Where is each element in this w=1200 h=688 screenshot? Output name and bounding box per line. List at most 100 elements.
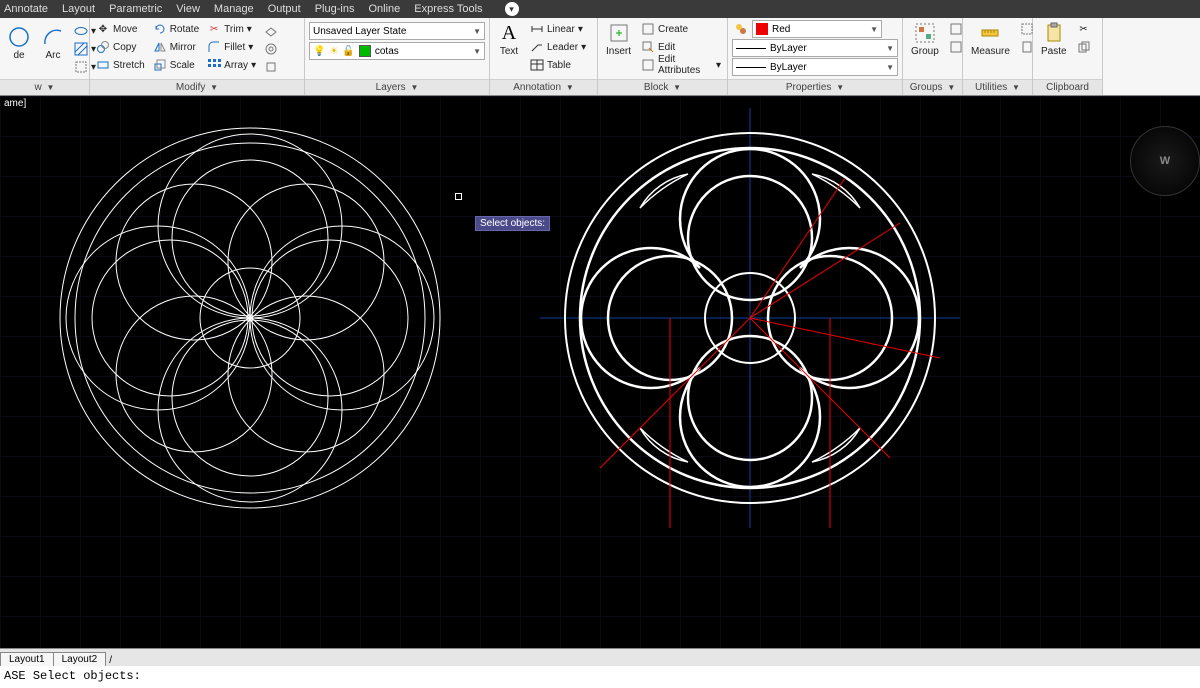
linear-icon (530, 22, 544, 36)
drawing-canvas[interactable]: ame] (0, 96, 1200, 648)
create-icon (641, 22, 655, 36)
lineweight-dropdown[interactable]: ByLayer ▼ (732, 39, 898, 57)
leader-icon (530, 40, 544, 54)
arc-icon (42, 26, 64, 48)
paste-button[interactable]: Paste (1037, 20, 1071, 59)
fillet-button[interactable]: Fillet ▾ (205, 38, 258, 56)
linear-button[interactable]: Linear ▾ (528, 20, 588, 38)
panel-title-clipboard: Clipboard (1033, 79, 1102, 95)
drawing-frame-label: ame] (0, 96, 30, 111)
chevron-down-icon: ▼ (886, 44, 894, 53)
current-layer-dropdown[interactable]: 💡 ☀ 🔓 cotas ▼ (309, 42, 485, 60)
move-icon: ✥ (96, 22, 110, 36)
mirror-icon (153, 40, 167, 54)
insert-button[interactable]: Insert (602, 20, 635, 59)
mod-extra3[interactable] (262, 58, 280, 76)
panel-clipboard: Paste ✂ Clipboard (1033, 18, 1103, 95)
table-button[interactable]: Table (528, 56, 588, 74)
circle-button[interactable]: de (4, 20, 34, 63)
explode-icon (264, 60, 278, 74)
cut-icon: ✂ (1077, 22, 1091, 36)
panel-groups: Group Groups ▼ (903, 18, 963, 95)
edit-icon (641, 40, 655, 54)
trim-button[interactable]: ✂Trim ▾ (205, 20, 258, 38)
match-icon (734, 22, 748, 36)
command-line[interactable]: ASE Select objects: (0, 666, 1200, 688)
menu-view[interactable]: View (176, 3, 200, 15)
attr-icon (641, 58, 655, 72)
color-dropdown[interactable]: Red ▼ (752, 20, 882, 38)
panel-title-properties: Properties ▼ (728, 79, 902, 95)
color-value: Red (772, 24, 790, 35)
rotate-icon (153, 22, 167, 36)
arc-button[interactable]: Arc (38, 20, 68, 63)
panel-layers: Unsaved Layer State ▼ 💡 ☀ 🔓 cotas ▼ Laye… (305, 18, 490, 95)
linetype-dropdown[interactable]: ByLayer ▼ (732, 58, 898, 76)
menu-more-icon[interactable]: ▾ (505, 2, 519, 16)
color-swatch (756, 23, 768, 35)
menu-layout[interactable]: Layout (62, 3, 95, 15)
panel-title-block: Block ▼ (598, 79, 727, 95)
menu-annotate[interactable]: Annotate (4, 3, 48, 15)
text-button[interactable]: A Text (494, 20, 524, 59)
viewcube[interactable]: W (1130, 126, 1200, 196)
array-button[interactable]: Array ▾ (205, 56, 258, 74)
layer-state-value: Unsaved Layer State (313, 26, 406, 37)
offset-icon (264, 42, 278, 56)
paste-icon (1043, 22, 1065, 44)
copy-clip-button[interactable] (1075, 38, 1093, 56)
edit-attr-button[interactable]: Edit Attributes ▾ (639, 56, 723, 74)
circle-icon (8, 26, 30, 48)
leader-button[interactable]: Leader ▾ (528, 38, 588, 56)
menu-express-tools[interactable]: Express Tools (414, 3, 482, 15)
tab-layout2[interactable]: Layout2 (53, 652, 107, 666)
measure-button[interactable]: Measure (967, 20, 1014, 59)
menu-parametric[interactable]: Parametric (109, 3, 162, 15)
panel-title-annotation: Annotation ▼ (490, 79, 597, 95)
move-button[interactable]: ✥Move (94, 20, 147, 38)
select-icon (1020, 22, 1034, 36)
mod-extra1[interactable] (262, 22, 280, 40)
chevron-down-icon: ▼ (473, 27, 481, 36)
final-drawing: 70 (540, 108, 960, 528)
menu-manage[interactable]: Manage (214, 3, 254, 15)
insert-icon (608, 22, 630, 44)
layer-state-dropdown[interactable]: Unsaved Layer State ▼ (309, 22, 485, 40)
lineweight-value: ByLayer (770, 43, 807, 54)
panel-title-utilities: Utilities ▼ (963, 79, 1032, 95)
trim-icon: ✂ (207, 22, 221, 36)
mirror-button[interactable]: Mirror (151, 38, 201, 56)
menu-plugins[interactable]: Plug-ins (315, 3, 355, 15)
chevron-down-icon: ▼ (473, 47, 481, 56)
bulb-icon: 💡 (313, 46, 325, 57)
panel-properties: Red ▼ ByLayer ▼ ByLayer ▼ Properties ▼ (728, 18, 903, 95)
linetype-icon (736, 67, 766, 68)
panel-draw: de Arc ▾ ▾ ▾ w ▼ (0, 18, 90, 95)
copy-button[interactable]: Copy (94, 38, 147, 56)
command-prefix: ASE (4, 669, 33, 683)
linetype-value: ByLayer (770, 62, 807, 73)
group-button[interactable]: Group (907, 20, 943, 59)
select-tooltip: Select objects: (475, 216, 550, 231)
scale-button[interactable]: Scale (151, 56, 201, 74)
tab-layout1[interactable]: Layout1 (0, 652, 54, 666)
chevron-down-icon: ▼ (870, 25, 878, 34)
menu-online[interactable]: Online (368, 3, 400, 15)
panel-title-layers: Layers ▼ (305, 79, 489, 95)
layout-tabs: Layout1 Layout2 / (0, 648, 1200, 666)
create-block-button[interactable]: Create (639, 20, 723, 38)
pickbox-cursor (455, 193, 462, 200)
mod-extra2[interactable] (262, 40, 280, 58)
plane-icon (264, 24, 278, 38)
menu-output[interactable]: Output (268, 3, 301, 15)
ellipse-icon (74, 24, 88, 38)
array-icon (207, 58, 221, 72)
hatch-icon (74, 42, 88, 56)
panel-title-modify: Modify ▼ (90, 79, 304, 95)
match-prop-button[interactable] (732, 20, 750, 38)
stretch-button[interactable]: Stretch (94, 56, 147, 74)
rotate-button[interactable]: Rotate (151, 20, 201, 38)
cut-button[interactable]: ✂ (1075, 20, 1093, 38)
lock-icon: 🔓 (342, 46, 354, 57)
layer-color-swatch (359, 45, 371, 57)
